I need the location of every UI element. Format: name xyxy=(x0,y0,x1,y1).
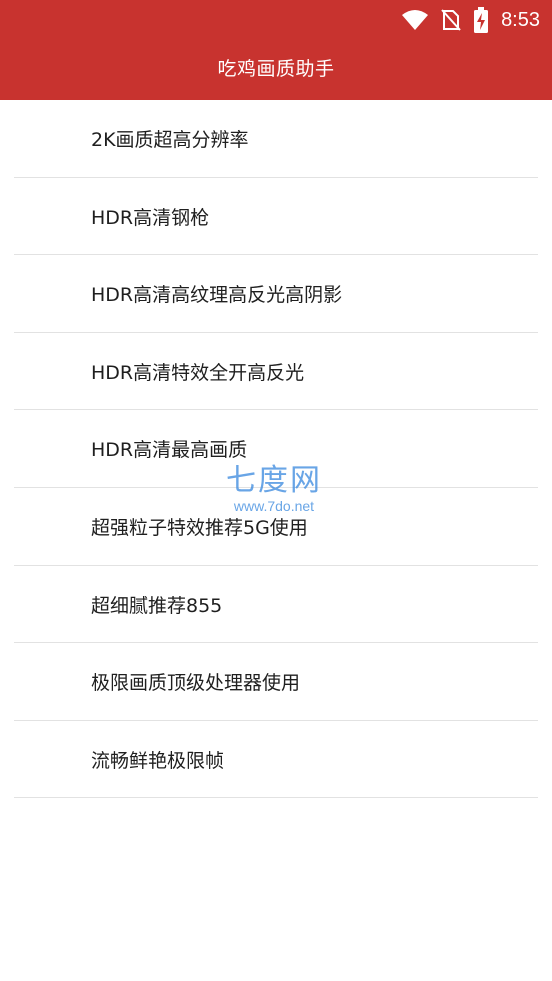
list-item-label: HDR高清特效全开高反光 xyxy=(91,361,305,384)
list-item[interactable]: 2K画质超高分辨率 xyxy=(14,100,538,178)
list-item-label: 超强粒子特效推荐5G使用 xyxy=(91,516,308,539)
list-item-label: HDR高清最高画质 xyxy=(91,439,248,462)
options-list: 2K画质超高分辨率 HDR高清钢枪 HDR高清高纹理高反光高阴影 HDR高清特效… xyxy=(0,100,552,799)
list-item[interactable]: HDR高清钢枪 xyxy=(14,178,538,256)
list-item[interactable]: 流畅鲜艳极限帧 xyxy=(14,721,538,799)
list-item[interactable]: HDR高清最高画质 xyxy=(14,410,538,488)
phone-screen: 8:53 吃鸡画质助手 2K画质超高分辨率 HDR高清钢枪 HDR高清高纹理高反… xyxy=(0,0,552,981)
list-item[interactable]: HDR高清特效全开高反光 xyxy=(14,333,538,411)
app-title: 吃鸡画质助手 xyxy=(217,58,335,80)
wifi-icon xyxy=(401,9,429,31)
battery-charging-icon xyxy=(473,7,489,33)
list-item[interactable]: HDR高清高纹理高反光高阴影 xyxy=(14,255,538,333)
list-item-label: 极限画质顶级处理器使用 xyxy=(91,672,301,695)
status-time: 8:53 xyxy=(501,9,540,31)
list-item-label: HDR高清高纹理高反光高阴影 xyxy=(91,284,343,307)
no-sim-icon xyxy=(441,8,461,32)
list-item-label: 2K画质超高分辨率 xyxy=(91,129,249,151)
list-item[interactable]: 极限画质顶级处理器使用 xyxy=(14,643,538,721)
status-bar: 8:53 xyxy=(0,0,552,40)
list-item-label: HDR高清钢枪 xyxy=(91,206,210,229)
list-item-label: 流畅鲜艳极限帧 xyxy=(91,749,225,772)
status-icons: 8:53 xyxy=(401,6,540,34)
list-item[interactable]: 超细腻推荐855 xyxy=(14,566,538,644)
app-bar: 8:53 吃鸡画质助手 xyxy=(0,0,552,100)
list-item[interactable]: 超强粒子特效推荐5G使用 xyxy=(14,488,538,566)
list-item-label: 超细腻推荐855 xyxy=(91,594,223,617)
